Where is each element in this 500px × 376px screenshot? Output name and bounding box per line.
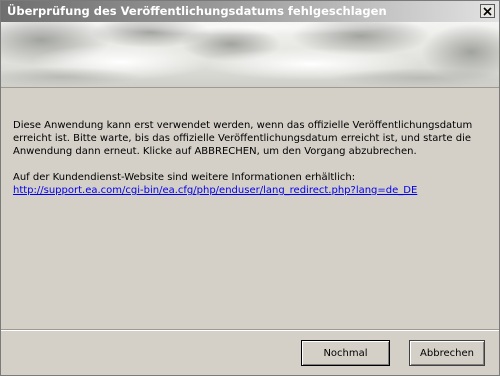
button-divider (1, 329, 499, 331)
cancel-button[interactable]: Abbrechen (409, 340, 485, 366)
banner-artwork (1, 22, 499, 87)
close-button[interactable] (480, 4, 495, 18)
message-area: Diese Anwendung kann erst verwendet werd… (13, 119, 483, 197)
close-icon (483, 6, 492, 16)
support-paragraph: Auf der Kundendienst-Website sind weiter… (13, 171, 483, 197)
message-paragraph: Diese Anwendung kann erst verwendet werd… (13, 120, 473, 157)
header-banner (1, 22, 499, 87)
retry-button[interactable]: Nochmal (301, 340, 390, 366)
dialog-window: Überprüfung des Veröffentlichungsdatums … (0, 0, 500, 376)
window-title: Überprüfung des Veröffentlichungsdatums … (7, 4, 387, 18)
title-bar[interactable]: Überprüfung des Veröffentlichungsdatums … (1, 1, 499, 22)
banner-divider (1, 87, 499, 88)
support-link[interactable]: http://support.ea.com/cgi-bin/ea.cfg/php… (13, 185, 417, 196)
support-text: Auf der Kundendienst-Website sind weiter… (13, 172, 356, 183)
